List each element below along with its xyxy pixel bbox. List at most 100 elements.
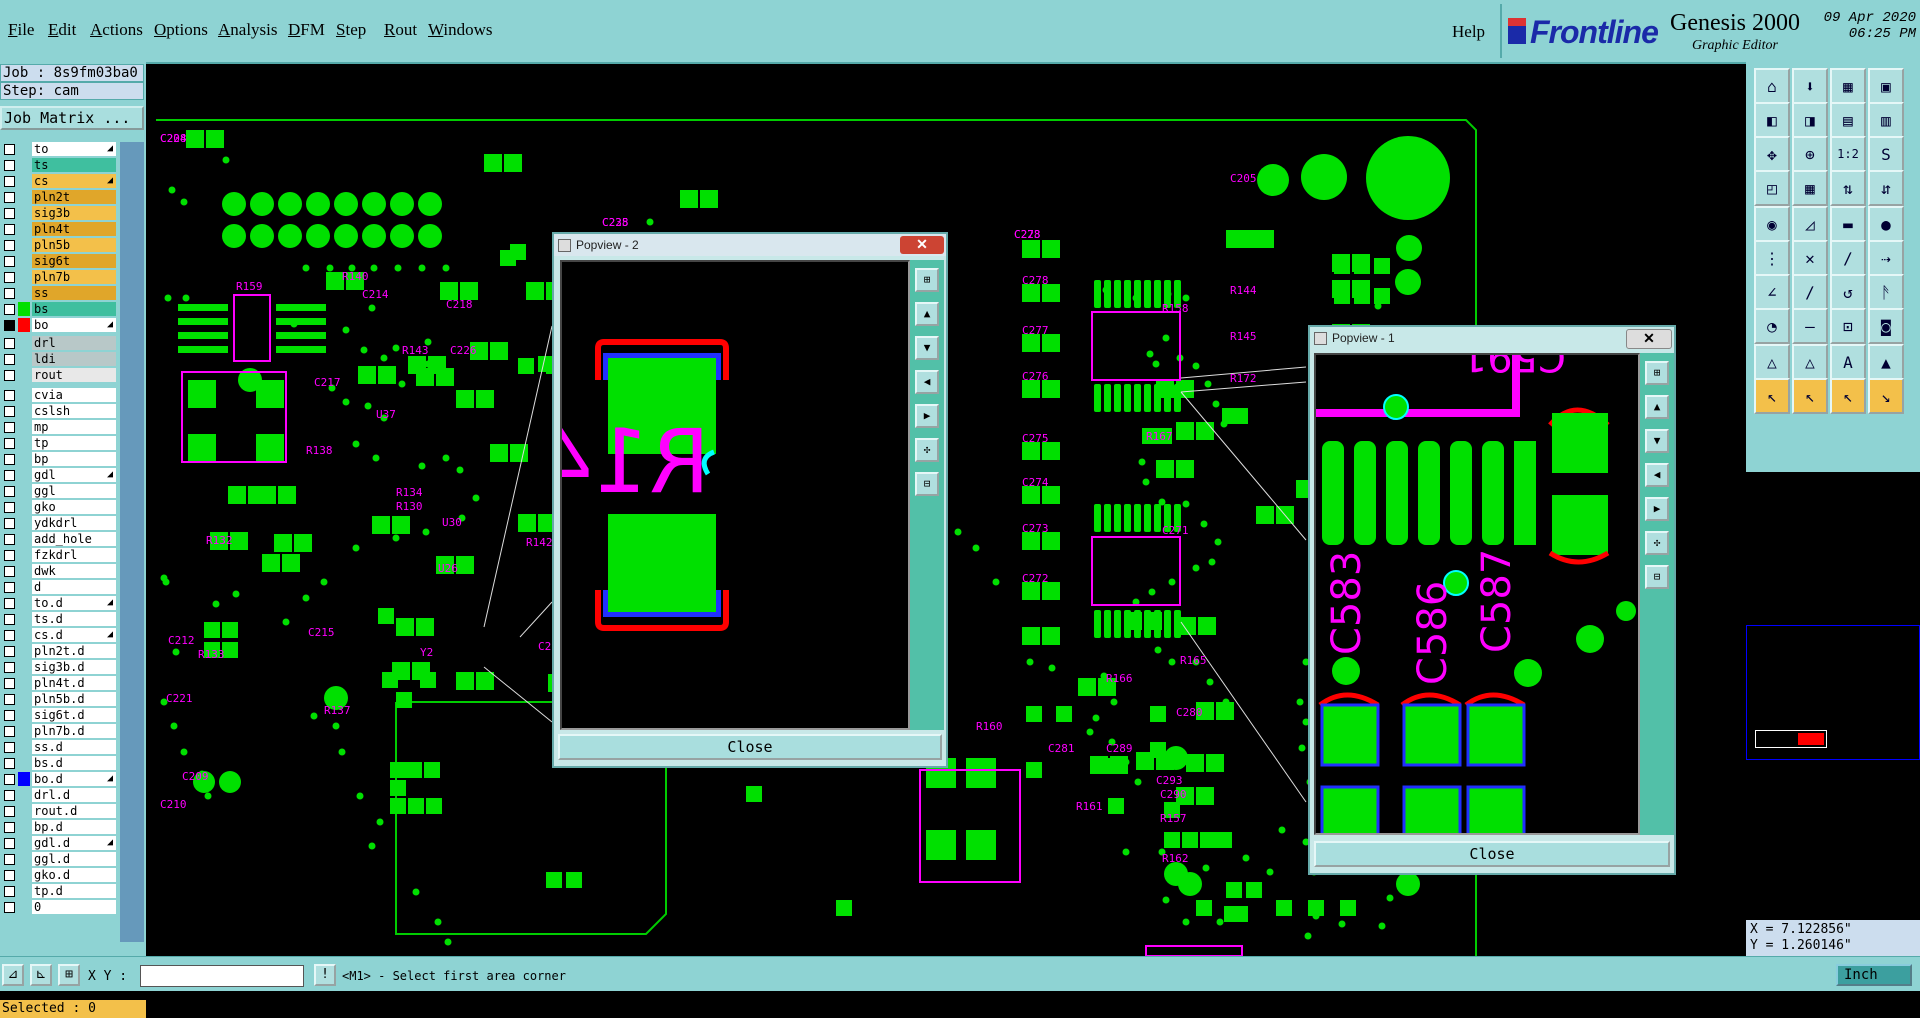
xy-input[interactable] xyxy=(140,965,304,987)
layer-name[interactable]: to.d ◢ xyxy=(32,596,116,610)
popview-2-titlebar[interactable]: Popview - 2 xyxy=(554,234,946,256)
layer-row-rout-d[interactable]: rout.d xyxy=(0,804,118,819)
layer-row-to[interactable]: to ◢ xyxy=(0,142,118,157)
layer-row-tp[interactable]: tp xyxy=(0,436,118,451)
scale-icon[interactable]: 1:2 xyxy=(1830,136,1866,172)
layer-checkbox[interactable] xyxy=(4,406,15,417)
pan-up-icon[interactable]: ▲ xyxy=(1645,395,1669,419)
layer-checkbox[interactable] xyxy=(4,758,15,769)
layer-checkbox[interactable] xyxy=(4,470,15,481)
close-icon[interactable]: ✕ xyxy=(900,236,944,254)
layer-name[interactable]: d xyxy=(32,580,116,594)
layer-checkbox[interactable] xyxy=(4,486,15,497)
layer-name[interactable]: bo ◢ xyxy=(32,318,116,332)
layer-checkbox[interactable] xyxy=(4,598,15,609)
layer-checkbox[interactable] xyxy=(4,662,15,673)
layer-row-cslsh[interactable]: cslsh xyxy=(0,404,118,419)
slash-icon[interactable]: ∕ xyxy=(1830,240,1866,276)
layer-name[interactable]: gdl.d ◢ xyxy=(32,836,116,850)
menu-help[interactable]: Help xyxy=(1452,22,1485,42)
close-icon[interactable]: ✕ xyxy=(1626,329,1672,349)
layer-checkbox[interactable] xyxy=(4,224,15,235)
layer-row-pln5b-d[interactable]: pln5b.d xyxy=(0,692,118,707)
menu-dfm[interactable]: DFM xyxy=(288,20,325,40)
layer-row-cs[interactable]: cs ◢ xyxy=(0,174,118,189)
layer-name[interactable]: ldi xyxy=(32,352,116,366)
zoom-out-icon[interactable]: ⊟ xyxy=(1645,565,1669,589)
layer-name[interactable]: rout xyxy=(32,368,116,382)
grid-icon[interactable]: ⊞ xyxy=(58,964,80,986)
layer-name[interactable]: cslsh xyxy=(32,404,116,418)
layer-row-fzkdrl[interactable]: fzkdrl xyxy=(0,548,118,563)
layer-checkbox[interactable] xyxy=(4,854,15,865)
text-icon[interactable]: ᚫ xyxy=(1868,274,1904,310)
pan-icon[interactable]: ✥ xyxy=(1754,136,1790,172)
layer-row-0[interactable]: 0 xyxy=(0,900,118,915)
layer-row-cs-d[interactable]: cs.d ◢ xyxy=(0,628,118,643)
layer-checkbox[interactable] xyxy=(4,710,15,721)
layer-row-ggl-d[interactable]: ggl.d xyxy=(0,852,118,867)
dash-icon[interactable]: — xyxy=(1792,308,1828,344)
layer-row-gko[interactable]: gko xyxy=(0,500,118,515)
layer-row-bo-d[interactable]: bo.d ◢ xyxy=(0,772,118,787)
layer-checkbox[interactable] xyxy=(4,726,15,737)
layer-name[interactable]: dwk xyxy=(32,564,116,578)
triangle3-icon[interactable]: ▲ xyxy=(1868,344,1904,380)
flip-icon[interactable]: ⇅ xyxy=(1830,170,1866,206)
layer-name[interactable]: cvia xyxy=(32,388,116,402)
pad-icon[interactable]: ◉ xyxy=(1754,206,1790,242)
layer-checkbox[interactable] xyxy=(4,454,15,465)
layer-row-pln7b[interactable]: pln7b xyxy=(0,270,118,285)
delete-icon[interactable]: ✕ xyxy=(1792,240,1828,276)
layer-checkbox[interactable] xyxy=(4,902,15,913)
node-icon[interactable]: ⋮ xyxy=(1754,240,1790,276)
zoom-in-icon[interactable]: ⊞ xyxy=(915,268,939,292)
layer-row-sig3b-d[interactable]: sig3b.d xyxy=(0,660,118,675)
layer-row-ts[interactable]: ts xyxy=(0,158,118,173)
layer-row-ydkdrl[interactable]: ydkdrl xyxy=(0,516,118,531)
angle-icon[interactable]: ∠ xyxy=(1754,274,1790,310)
layer-row-pln2t-d[interactable]: pln2t.d xyxy=(0,644,118,659)
popview-2-view[interactable]: R142 xyxy=(560,260,910,730)
layer-name[interactable]: 0 xyxy=(32,900,116,914)
layer-checkbox[interactable] xyxy=(4,502,15,513)
layer-checkbox[interactable] xyxy=(4,582,15,593)
layer-row-bp[interactable]: bp xyxy=(0,452,118,467)
menu-actions[interactable]: Actions xyxy=(90,20,143,40)
layer-row-d[interactable]: d xyxy=(0,580,118,595)
layer-name[interactable]: pln2t.d xyxy=(32,644,116,658)
layer-name[interactable]: sig3b.d xyxy=(32,660,116,674)
menu-rout[interactable]: Rout xyxy=(384,20,417,40)
zoom-in-icon[interactable]: ⊞ xyxy=(1645,361,1669,385)
layer-row-bs[interactable]: bs xyxy=(0,302,118,317)
layer-name[interactable]: bs.d xyxy=(32,756,116,770)
snap-icon[interactable]: S xyxy=(1868,136,1904,172)
layer-checkbox[interactable] xyxy=(4,338,15,349)
triangle2-icon[interactable]: △ xyxy=(1792,344,1828,380)
popview-1-close-button[interactable]: Close xyxy=(1314,841,1670,867)
layers-icon[interactable]: ▦ xyxy=(1830,68,1866,104)
layer-checkbox[interactable] xyxy=(4,742,15,753)
layer-row-pln4t[interactable]: pln4t xyxy=(0,222,118,237)
line-icon[interactable]: ◿ xyxy=(1792,206,1828,242)
layer-checkbox[interactable] xyxy=(4,518,15,529)
layer-name[interactable]: ydkdrl xyxy=(32,516,116,530)
layer-row-bp-d[interactable]: bp.d xyxy=(0,820,118,835)
layer-row-dwk[interactable]: dwk xyxy=(0,564,118,579)
layer-name[interactable]: bs xyxy=(32,302,116,316)
grid-icon[interactable]: ▦ xyxy=(1792,170,1828,206)
arrow-icon[interactable]: ⇢ xyxy=(1868,240,1904,276)
layer-checkbox[interactable] xyxy=(4,304,15,315)
layer-checkbox[interactable] xyxy=(4,390,15,401)
layer-checkbox[interactable] xyxy=(4,550,15,561)
layer-row-tp-d[interactable]: tp.d xyxy=(0,884,118,899)
layer-name[interactable]: gko.d xyxy=(32,868,116,882)
minimap[interactable] xyxy=(1746,625,1920,760)
layer-name[interactable]: ss.d xyxy=(32,740,116,754)
layer-checkbox[interactable] xyxy=(4,870,15,881)
layer-name[interactable]: cs.d ◢ xyxy=(32,628,116,642)
layer-row-sig6t[interactable]: sig6t xyxy=(0,254,118,269)
pointer3-icon[interactable]: ↖ xyxy=(1830,378,1866,414)
layer-row-sig3b[interactable]: sig3b xyxy=(0,206,118,221)
zoom-out-icon[interactable]: ⊟ xyxy=(915,472,939,496)
